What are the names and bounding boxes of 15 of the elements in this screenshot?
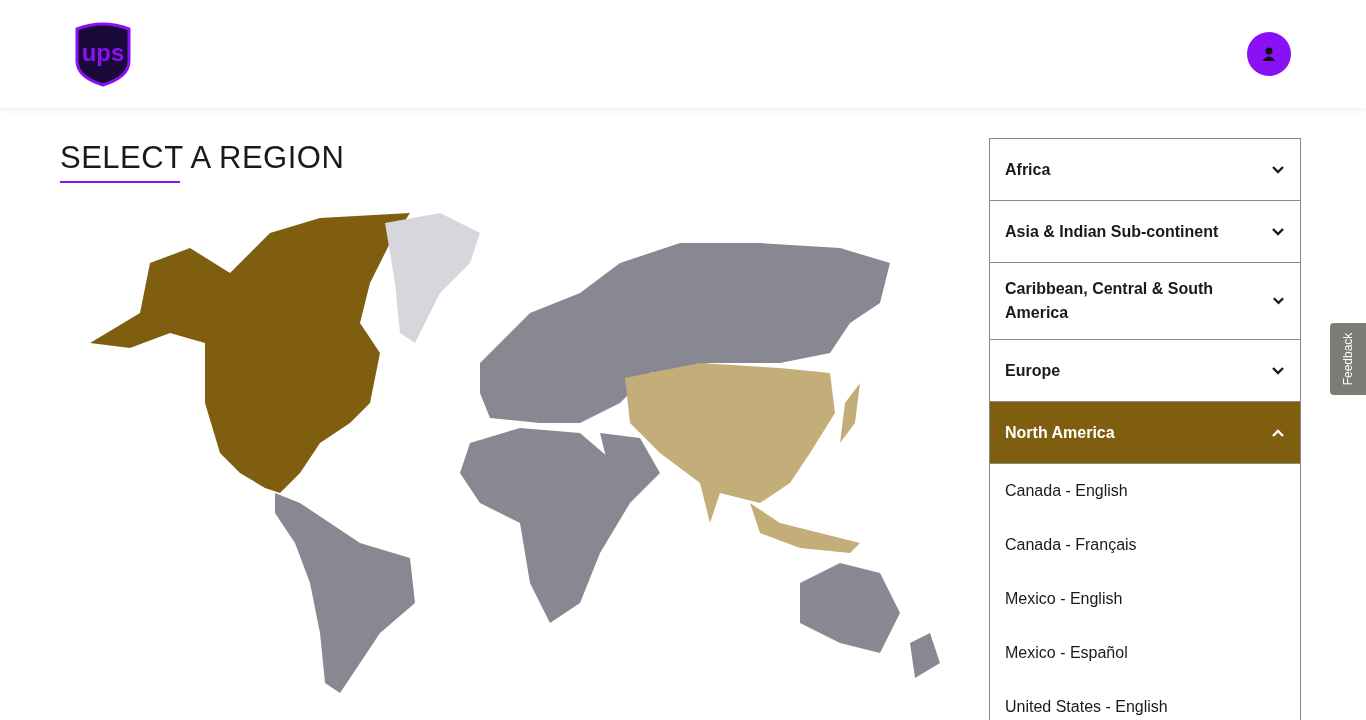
region-header[interactable]: North America bbox=[990, 402, 1300, 464]
chevron-icon bbox=[1271, 164, 1285, 175]
country-link[interactable]: Canada - Français bbox=[990, 518, 1300, 572]
account-button[interactable] bbox=[1247, 32, 1291, 76]
person-icon bbox=[1261, 46, 1277, 62]
chevron-icon bbox=[1272, 296, 1285, 306]
country-link[interactable]: Mexico - English bbox=[990, 572, 1300, 626]
chevron-icon bbox=[1271, 427, 1285, 438]
page-title: SELECT A REGION bbox=[60, 139, 345, 177]
feedback-tab[interactable]: Feedback bbox=[1330, 323, 1366, 395]
country-link[interactable]: Mexico - Español bbox=[990, 626, 1300, 680]
country-link[interactable]: United States - English bbox=[990, 680, 1300, 720]
chevron-icon bbox=[1271, 365, 1285, 376]
chevron-icon bbox=[1271, 226, 1285, 237]
country-link[interactable]: Canada - English bbox=[990, 464, 1300, 518]
